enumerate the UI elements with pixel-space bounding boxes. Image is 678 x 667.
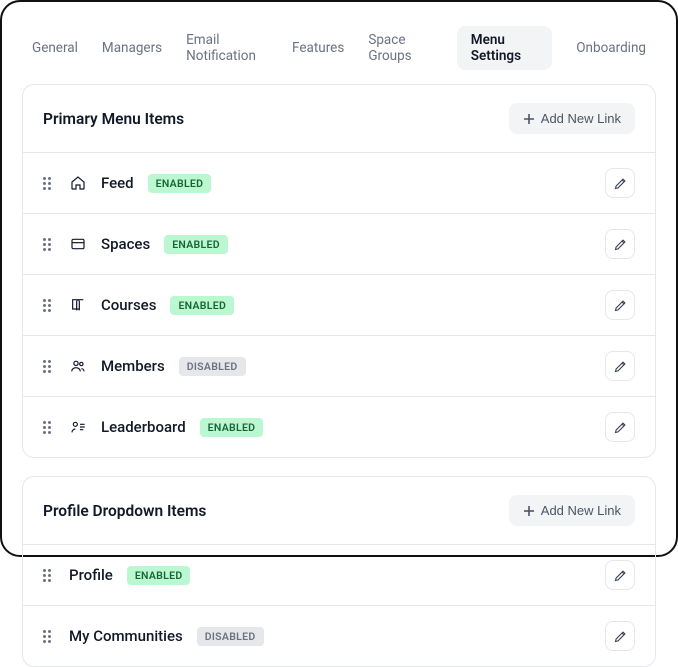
tab-features[interactable]: Features — [292, 34, 344, 62]
pencil-icon — [613, 298, 628, 313]
tabs-bar: General Managers Email Notification Feat… — [14, 14, 664, 84]
pencil-icon — [613, 629, 628, 644]
status-badge: ENABLED — [148, 174, 212, 193]
pencil-icon — [613, 420, 628, 435]
card-header: Profile Dropdown Items Add New Link — [23, 477, 655, 545]
add-new-link-button[interactable]: Add New Link — [509, 495, 635, 526]
drag-handle[interactable] — [43, 569, 55, 582]
pencil-icon — [613, 176, 628, 191]
edit-button[interactable] — [605, 560, 635, 590]
users-icon — [69, 357, 87, 375]
card-header: Primary Menu Items Add New Link — [23, 85, 655, 153]
grid-icon — [69, 235, 87, 253]
tab-email-notification[interactable]: Email Notification — [186, 26, 268, 70]
status-badge: ENABLED — [170, 296, 234, 315]
status-badge: DISABLED — [179, 357, 246, 376]
plus-icon — [523, 505, 535, 517]
drag-handle[interactable] — [43, 360, 55, 373]
tab-general[interactable]: General — [32, 34, 78, 62]
menu-row: Members DISABLED — [23, 336, 655, 397]
tab-space-groups[interactable]: Space Groups — [368, 26, 432, 70]
pencil-icon — [613, 568, 628, 583]
tab-managers[interactable]: Managers — [102, 34, 162, 62]
menu-row: Profile ENABLED — [23, 545, 655, 606]
section-title: Primary Menu Items — [43, 110, 184, 128]
plus-icon — [523, 113, 535, 125]
menu-item-label: Courses — [101, 296, 156, 314]
drag-handle[interactable] — [43, 177, 55, 190]
add-link-label: Add New Link — [541, 111, 621, 126]
menu-row: Feed ENABLED — [23, 153, 655, 214]
menu-row: Spaces ENABLED — [23, 214, 655, 275]
pencil-icon — [613, 359, 628, 374]
menu-row: Courses ENABLED — [23, 275, 655, 336]
drag-handle[interactable] — [43, 630, 55, 643]
edit-button[interactable] — [605, 229, 635, 259]
menu-item-label: Feed — [101, 174, 134, 192]
home-icon — [69, 174, 87, 192]
book-icon — [69, 296, 87, 314]
menu-item-label: Profile — [69, 566, 113, 584]
drag-handle[interactable] — [43, 299, 55, 312]
menu-item-label: Spaces — [101, 235, 150, 253]
drag-handle[interactable] — [43, 238, 55, 251]
settings-panel: General Managers Email Notification Feat… — [0, 0, 678, 557]
menu-item-label: Leaderboard — [101, 418, 186, 436]
status-badge: ENABLED — [200, 418, 264, 437]
section-title: Profile Dropdown Items — [43, 502, 206, 520]
edit-button[interactable] — [605, 351, 635, 381]
pencil-icon — [613, 237, 628, 252]
primary-menu-card: Primary Menu Items Add New Link Feed ENA… — [22, 84, 656, 458]
menu-row: Leaderboard ENABLED — [23, 397, 655, 457]
menu-item-label: My Communities — [69, 627, 183, 645]
tab-onboarding[interactable]: Onboarding — [576, 34, 646, 62]
add-new-link-button[interactable]: Add New Link — [509, 103, 635, 134]
menu-row: My Communities DISABLED — [23, 606, 655, 666]
menu-item-label: Members — [101, 357, 165, 375]
edit-button[interactable] — [605, 168, 635, 198]
edit-button[interactable] — [605, 412, 635, 442]
status-badge: ENABLED — [164, 235, 228, 254]
tab-menu-settings[interactable]: Menu Settings — [457, 26, 552, 70]
status-badge: ENABLED — [127, 566, 191, 585]
edit-button[interactable] — [605, 290, 635, 320]
status-badge: DISABLED — [197, 627, 264, 646]
add-link-label: Add New Link — [541, 503, 621, 518]
drag-handle[interactable] — [43, 421, 55, 434]
leaderboard-icon — [69, 418, 87, 436]
profile-dropdown-card: Profile Dropdown Items Add New Link Prof… — [22, 476, 656, 667]
edit-button[interactable] — [605, 621, 635, 651]
